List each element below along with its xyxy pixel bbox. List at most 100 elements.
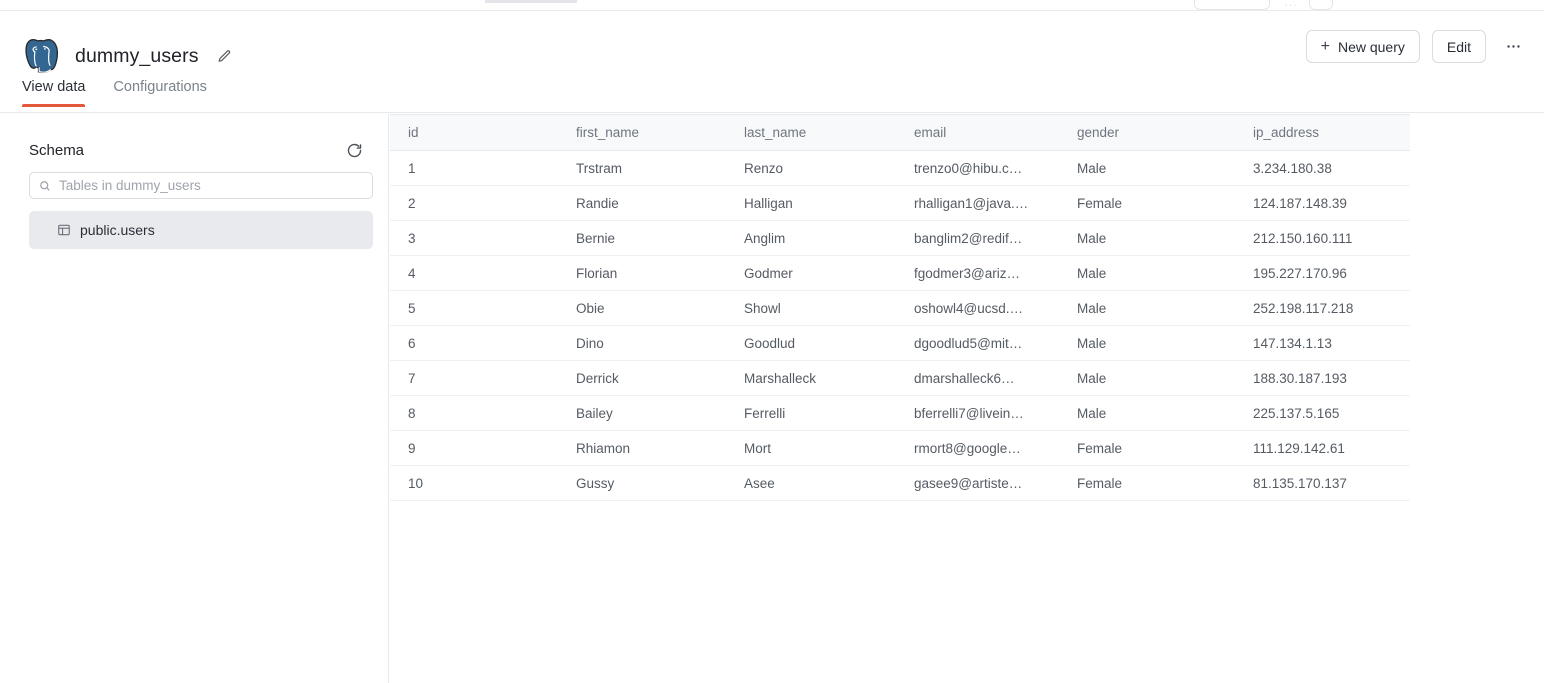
tab-view-data[interactable]: View data (22, 79, 86, 107)
cell-first-name[interactable]: Gussy (558, 465, 726, 501)
cell-ip-address[interactable]: 195.227.170.96 (1235, 255, 1410, 291)
cell-ip-address[interactable]: 81.135.170.137 (1235, 465, 1410, 501)
cell-ip-address[interactable]: 212.150.160.111 (1235, 220, 1410, 256)
cell-ip-address[interactable]: 252.198.117.218 (1235, 290, 1410, 326)
cell-last-name[interactable]: Halligan (726, 185, 896, 221)
cell-gender[interactable]: Male (1059, 325, 1235, 361)
cell-last-name[interactable]: Goodlud (726, 325, 896, 361)
ghost-button-primary[interactable] (1194, 0, 1270, 10)
cell-gender[interactable]: Female (1059, 430, 1235, 466)
cell-gender[interactable]: Male (1059, 395, 1235, 431)
table-row[interactable]: 10 Gussy Asee gasee9@artiste… Female 81.… (390, 465, 1410, 501)
column-header-id[interactable]: id (390, 114, 558, 151)
ghost-tab-underline (485, 0, 577, 3)
cell-email[interactable]: oshowl4@ucsd.… (896, 290, 1059, 326)
table-row[interactable]: 2 Randie Halligan rhalligan1@java.… Fema… (390, 185, 1410, 221)
cell-gender[interactable]: Male (1059, 360, 1235, 396)
header-actions: + New query Edit (1305, 30, 1528, 63)
column-header-gender[interactable]: gender (1059, 114, 1235, 151)
cell-email[interactable]: trenzo0@hibu.c… (896, 150, 1059, 186)
cell-email[interactable]: dgoodlud5@mit… (896, 325, 1059, 361)
cell-ip-address[interactable]: 188.30.187.193 (1235, 360, 1410, 396)
sidebar-item-label: public.users (80, 222, 155, 238)
refresh-icon (347, 143, 361, 157)
table-row[interactable]: 6 Dino Goodlud dgoodlud5@mit… Male 147.1… (390, 325, 1410, 361)
tab-bar: View data Configurations (0, 79, 1544, 113)
cell-ip-address[interactable]: 111.129.142.61 (1235, 430, 1410, 466)
cell-last-name[interactable]: Showl (726, 290, 896, 326)
cell-last-name[interactable]: Asee (726, 465, 896, 501)
schema-title: Schema (29, 141, 85, 159)
column-header-last-name[interactable]: last_name (726, 114, 896, 151)
data-grid-container[interactable]: id first_name last_name email gender ip_… (390, 114, 1544, 683)
cell-id[interactable]: 2 (390, 185, 558, 221)
cell-ip-address[interactable]: 124.187.148.39 (1235, 185, 1410, 221)
table-row[interactable]: 7 Derrick Marshalleck dmarshalleck6… Mal… (390, 360, 1410, 396)
cell-gender[interactable]: Male (1059, 255, 1235, 291)
ghost-ellipsis-icon[interactable]: ··· (1284, 0, 1297, 10)
cell-gender[interactable]: Male (1059, 150, 1235, 186)
table-row[interactable]: 5 Obie Showl oshowl4@ucsd.… Male 252.198… (390, 290, 1410, 326)
edit-label: Edit (1446, 38, 1471, 55)
column-header-ip-address[interactable]: ip_address (1235, 114, 1410, 151)
cell-ip-address[interactable]: 225.137.5.165 (1235, 395, 1410, 431)
cell-ip-address[interactable]: 3.234.180.38 (1235, 150, 1410, 186)
cell-id[interactable]: 1 (390, 150, 558, 186)
more-options-button[interactable] (1498, 32, 1528, 62)
cell-email[interactable]: gasee9@artiste… (896, 465, 1059, 501)
table-row[interactable]: 3 Bernie Anglim banglim2@redif… Male 212… (390, 220, 1410, 256)
cell-last-name[interactable]: Mort (726, 430, 896, 466)
cell-last-name[interactable]: Marshalleck (726, 360, 896, 396)
cell-gender[interactable]: Male (1059, 290, 1235, 326)
edit-button[interactable]: Edit (1431, 30, 1486, 63)
cell-first-name[interactable]: Dino (558, 325, 726, 361)
postgresql-elephant-icon (25, 39, 59, 74)
cell-gender[interactable]: Female (1059, 465, 1235, 501)
cell-first-name[interactable]: Florian (558, 255, 726, 291)
column-header-first-name[interactable]: first_name (558, 114, 726, 151)
cell-id[interactable]: 5 (390, 290, 558, 326)
cell-id[interactable]: 4 (390, 255, 558, 291)
table-row[interactable]: 1 Trstram Renzo trenzo0@hibu.c… Male 3.2… (390, 150, 1410, 186)
cell-email[interactable]: banglim2@redif… (896, 220, 1059, 256)
cell-first-name[interactable]: Rhiamon (558, 430, 726, 466)
data-table: id first_name last_name email gender ip_… (390, 114, 1410, 501)
cell-first-name[interactable]: Derrick (558, 360, 726, 396)
cell-last-name[interactable]: Renzo (726, 150, 896, 186)
cell-first-name[interactable]: Bailey (558, 395, 726, 431)
cell-id[interactable]: 9 (390, 430, 558, 466)
cell-first-name[interactable]: Randie (558, 185, 726, 221)
table-row[interactable]: 8 Bailey Ferrelli bferrelli7@livein… Mal… (390, 395, 1410, 431)
table-search-box[interactable] (29, 172, 373, 199)
cell-first-name[interactable]: Obie (558, 290, 726, 326)
cell-ip-address[interactable]: 147.134.1.13 (1235, 325, 1410, 361)
cell-gender[interactable]: Male (1059, 220, 1235, 256)
cell-id[interactable]: 7 (390, 360, 558, 396)
cell-id[interactable]: 8 (390, 395, 558, 431)
cell-first-name[interactable]: Bernie (558, 220, 726, 256)
cell-email[interactable]: dmarshalleck6… (896, 360, 1059, 396)
table-row[interactable]: 4 Florian Godmer fgodmer3@ariz… Male 195… (390, 255, 1410, 291)
cell-id[interactable]: 3 (390, 220, 558, 256)
cell-email[interactable]: bferrelli7@livein… (896, 395, 1059, 431)
cell-last-name[interactable]: Anglim (726, 220, 896, 256)
cell-first-name[interactable]: Trstram (558, 150, 726, 186)
cell-last-name[interactable]: Ferrelli (726, 395, 896, 431)
cell-id[interactable]: 10 (390, 465, 558, 501)
new-query-button[interactable]: + New query (1305, 30, 1420, 63)
cell-email[interactable]: fgodmer3@ariz… (896, 255, 1059, 291)
table-row[interactable]: 9 Rhiamon Mort rmort8@google… Female 111… (390, 430, 1410, 466)
ghost-button-secondary[interactable] (1309, 0, 1333, 10)
edit-title-button[interactable] (214, 45, 236, 67)
sidebar-item-public-users[interactable]: public.users (29, 211, 373, 249)
cell-email[interactable]: rhalligan1@java.… (896, 185, 1059, 221)
tab-configurations[interactable]: Configurations (113, 79, 207, 106)
cell-last-name[interactable]: Godmer (726, 255, 896, 291)
cell-gender[interactable]: Female (1059, 185, 1235, 221)
refresh-schema-button[interactable] (342, 138, 366, 162)
cell-email[interactable]: rmort8@google… (896, 430, 1059, 466)
table-search-input[interactable] (59, 178, 363, 193)
schema-sidebar: Schema public.users (0, 114, 389, 683)
cell-id[interactable]: 6 (390, 325, 558, 361)
column-header-email[interactable]: email (896, 114, 1059, 151)
